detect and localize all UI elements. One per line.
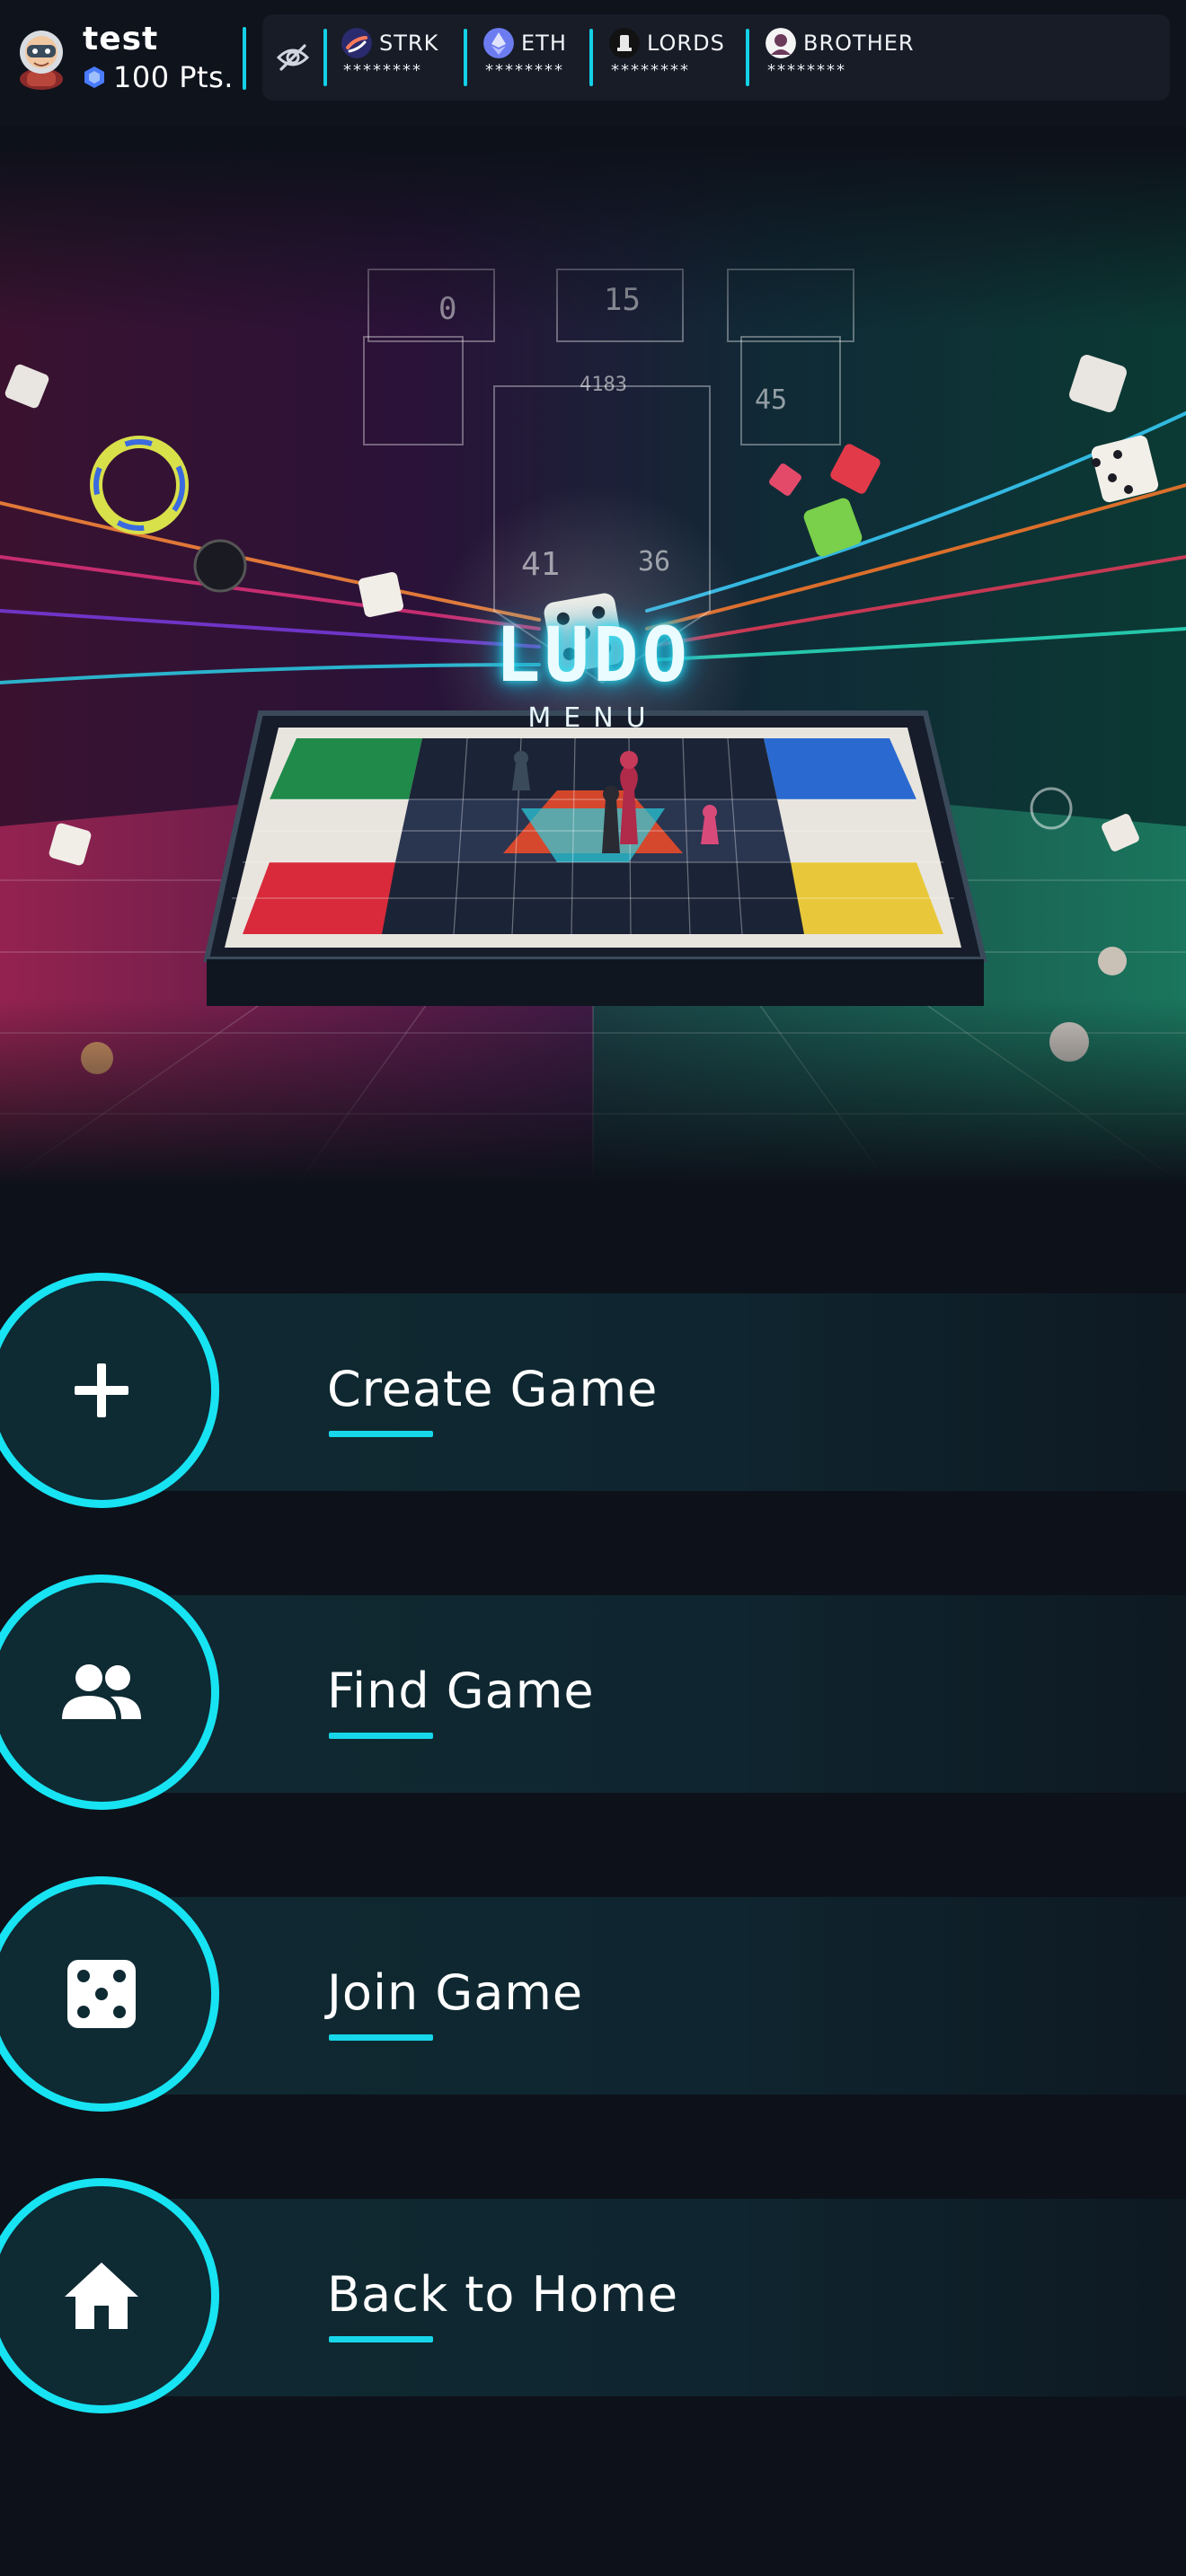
back-to-home-button[interactable]: Back to Home	[0, 2176, 1186, 2419]
people-icon	[62, 1664, 141, 1719]
points-value: 100 Pts.	[113, 60, 234, 94]
join-game-button[interactable]: Join Game	[0, 1875, 1186, 2117]
token-balance: ********	[611, 61, 690, 80]
menu-item-label: Back to Home	[327, 2266, 679, 2323]
hero-banner: 0 15 45 4183 41 36	[0, 144, 1186, 1186]
menu-item-underline	[329, 1733, 433, 1739]
points-display: 100 Pts.	[83, 59, 234, 95]
lords-icon	[609, 28, 640, 58]
token-divider	[589, 29, 593, 86]
menu-item-label: Create Game	[327, 1361, 659, 1417]
strk-icon	[341, 28, 372, 58]
top-bar: test 100 Pts. STRK ******** ETH ********…	[0, 0, 1186, 126]
token-divider	[464, 29, 467, 86]
points-gem-icon	[84, 66, 104, 88]
hero-subtitle: MENU	[527, 702, 659, 734]
toggle-balance-visibility-button[interactable]	[270, 32, 316, 83]
eth-icon	[483, 28, 514, 58]
token-name: STRK	[379, 31, 439, 56]
create-game-button[interactable]: Create Game	[0, 1271, 1186, 1513]
token-balance: ********	[485, 61, 564, 80]
header-divider	[243, 27, 246, 90]
token-strk[interactable]: STRK ********	[341, 27, 438, 90]
menu-item-underline	[329, 2336, 433, 2342]
menu-item-bar	[108, 1897, 1186, 2095]
hero-title: LUDO	[494, 611, 692, 699]
token-eth[interactable]: ETH ********	[483, 27, 567, 90]
home-icon	[65, 2263, 138, 2329]
menu-item-underline	[329, 2034, 433, 2041]
token-brother[interactable]: BROTHER ********	[766, 27, 915, 90]
find-game-button[interactable]: Find Game	[0, 1573, 1186, 1815]
menu-item-underline	[329, 1431, 433, 1437]
token-balance: ********	[767, 61, 846, 80]
menu-item-label: Find Game	[327, 1663, 595, 1719]
menu-item-bar	[108, 1595, 1186, 1793]
brother-icon	[766, 28, 796, 58]
dice-icon	[67, 1960, 136, 2028]
token-name: LORDS	[647, 31, 725, 56]
plus-icon	[75, 1363, 128, 1417]
eye-off-icon	[276, 44, 310, 71]
token-balance: ********	[343, 61, 422, 80]
token-divider	[746, 29, 749, 86]
user-avatar[interactable]	[14, 23, 68, 92]
username: test	[83, 21, 159, 57]
token-lords[interactable]: LORDS ********	[609, 27, 725, 90]
token-name: ETH	[521, 31, 567, 56]
menu-item-label: Join Game	[327, 1964, 584, 2021]
token-divider	[323, 29, 327, 86]
token-name: BROTHER	[803, 31, 915, 56]
